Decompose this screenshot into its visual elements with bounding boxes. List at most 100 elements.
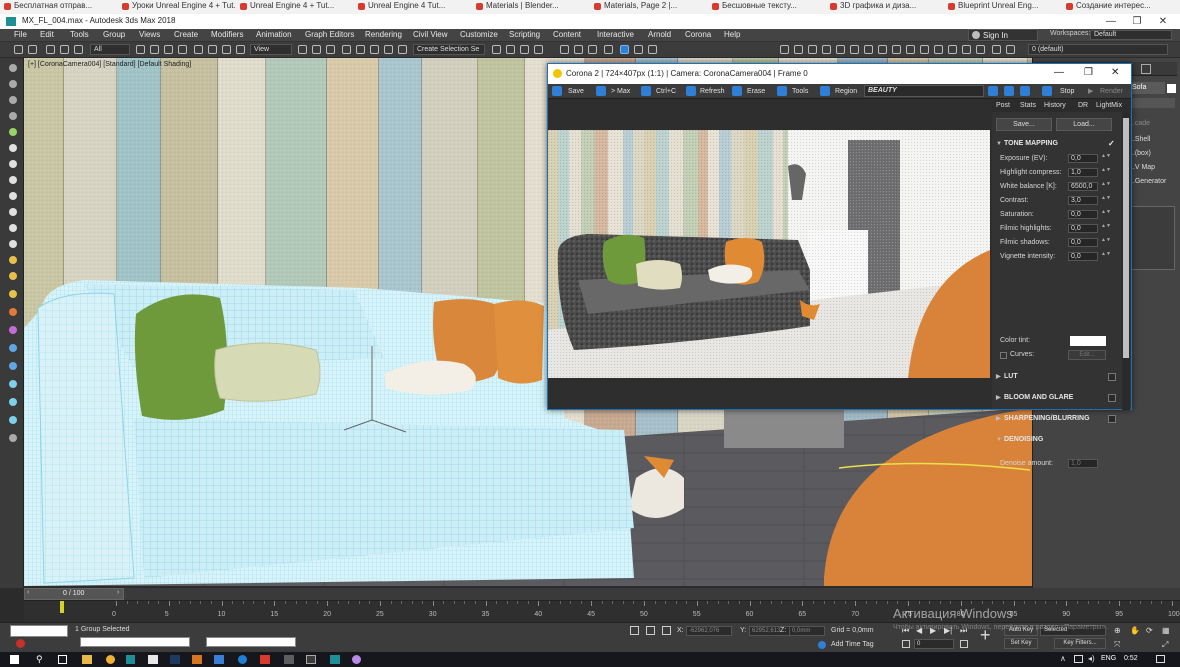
browser-tab[interactable]: Materials | Blender...	[472, 0, 590, 14]
sun-icon[interactable]	[9, 290, 17, 298]
close-button[interactable]: ✕	[1150, 14, 1176, 29]
tab-lightmix[interactable]: LightMix	[1096, 102, 1122, 109]
modifier-stack-item[interactable]: ...Shell	[1129, 136, 1150, 143]
section-enable-checkbox[interactable]	[1108, 415, 1116, 423]
spacewarp-icon[interactable]	[9, 326, 17, 334]
photoshop-icon[interactable]	[170, 655, 180, 664]
absolute-mode-icon[interactable]	[662, 626, 671, 635]
box-primitive-icon[interactable]	[9, 224, 17, 232]
vfb-minimize-button[interactable]: —	[1054, 67, 1064, 78]
file-explorer-icon[interactable]	[82, 655, 92, 664]
toggle-layer-explorer-icon[interactable]	[534, 45, 543, 54]
snapshot-icon[interactable]	[864, 45, 873, 54]
vfb-save-button[interactable]: Save	[568, 86, 584, 97]
menu-group[interactable]: Group	[103, 30, 125, 39]
systems-icon[interactable]	[9, 344, 17, 352]
tab-history[interactable]: History	[1044, 102, 1066, 109]
time-config-icon[interactable]	[960, 640, 968, 648]
rectangular-selection-icon[interactable]	[164, 45, 173, 54]
current-time-marker[interactable]	[60, 601, 64, 613]
curves-checkbox[interactable]	[1000, 352, 1007, 359]
vfb-side-scrollbar[interactable]	[1122, 112, 1130, 410]
manage-layers-icon[interactable]	[780, 45, 789, 54]
place-icon[interactable]	[236, 45, 245, 54]
param-value-field[interactable]: 6500,0	[1068, 182, 1098, 191]
rendered-frame-window-icon[interactable]	[634, 45, 643, 54]
reference-coordinate-dropdown[interactable]: View	[250, 44, 292, 55]
color-tint-swatch[interactable]	[1070, 336, 1106, 346]
object-color-swatch[interactable]	[1167, 84, 1176, 93]
section-enable-checkbox[interactable]	[1108, 373, 1116, 381]
clone-and-align-icon[interactable]	[906, 45, 915, 54]
copy-icon[interactable]	[641, 86, 651, 96]
app-taskbar-icon-5[interactable]	[284, 655, 294, 664]
modifier-stack-item[interactable]: ...cade	[1129, 120, 1150, 127]
object-name-field[interactable]: Sofa	[1129, 82, 1165, 94]
helper-icon[interactable]	[9, 308, 17, 316]
selection-lock-icon[interactable]	[646, 626, 655, 635]
normal-align-icon[interactable]	[920, 45, 929, 54]
rotate-icon[interactable]	[208, 45, 217, 54]
vfb-erase-button[interactable]: Erase	[747, 86, 765, 97]
polygon-icon[interactable]	[9, 192, 17, 200]
time-slider-thumb[interactable]: ‹ 0 / 100 ›	[24, 588, 124, 600]
render-play-icon[interactable]: ▶	[1088, 86, 1093, 97]
undo-icon[interactable]	[14, 45, 23, 54]
tray-chevron-icon[interactable]: ∧	[1060, 654, 1066, 663]
edit-named-selection-icon[interactable]	[398, 45, 407, 54]
zoom-out-icon[interactable]	[1004, 86, 1014, 96]
tab-stats[interactable]: Stats	[1020, 102, 1036, 109]
populate-icon[interactable]	[9, 112, 17, 120]
edge-icon[interactable]	[9, 160, 17, 168]
menu-scripting[interactable]: Scripting	[509, 30, 540, 39]
app-taskbar-icon-7[interactable]	[330, 655, 340, 664]
paint-select-icon[interactable]	[9, 80, 17, 88]
scrollbar-thumb[interactable]	[1123, 118, 1129, 358]
modifier-list-dropdown[interactable]	[1129, 98, 1175, 108]
menu-file[interactable]: File	[14, 30, 27, 39]
toggle-scene-explorer-icon[interactable]	[520, 45, 529, 54]
modifier-stack-item[interactable]: ...V Map	[1129, 164, 1155, 171]
layer-dropdown[interactable]: 0 (default)	[1028, 44, 1168, 55]
keyboard-shortcut-toggle-icon[interactable]	[326, 45, 335, 54]
vfb-copy-button[interactable]: Ctrl+C	[656, 86, 676, 97]
camera-icon[interactable]	[9, 380, 17, 388]
browser-tab[interactable]: Blueprint Unreal Eng...	[944, 0, 1062, 14]
isolate-selection-icon[interactable]	[808, 45, 817, 54]
menu-customize[interactable]: Customize	[460, 30, 498, 39]
snaps-toggle-icon[interactable]	[342, 45, 351, 54]
spinner-snap-icon[interactable]	[384, 45, 393, 54]
browser-tab[interactable]: Бесплатная отправ...	[0, 0, 118, 14]
unlink-icon[interactable]	[60, 45, 69, 54]
hide-icon[interactable]	[822, 45, 831, 54]
named-layer-icon[interactable]	[992, 45, 1001, 54]
section-tone-mapping[interactable]: ▼ TONE MAPPING ✓	[996, 137, 1118, 151]
light-alt-icon[interactable]	[9, 272, 17, 280]
menu-interactive[interactable]: Interactive	[597, 30, 634, 39]
section-enable-checkbox[interactable]	[1108, 394, 1116, 402]
move-icon[interactable]	[194, 45, 203, 54]
render-channel-dropdown[interactable]: BEAUTY	[864, 85, 984, 97]
save-preset-button[interactable]: Save...	[996, 118, 1052, 131]
spinner-icon[interactable]: ▲▼	[1101, 196, 1111, 205]
mesh-edit-icon[interactable]	[9, 128, 17, 136]
vfb-refresh-button[interactable]: Refresh	[700, 86, 725, 97]
align-camera-icon[interactable]	[948, 45, 957, 54]
volume-icon[interactable]: ◂)	[1088, 654, 1095, 663]
current-frame-field[interactable]: 0	[914, 639, 954, 649]
freeze-icon[interactable]	[836, 45, 845, 54]
browser-tab[interactable]: Создание интерес...	[1062, 0, 1180, 14]
render-setup-icon[interactable]	[620, 45, 629, 54]
checkmark-icon[interactable]: ✓	[1108, 137, 1115, 151]
element-icon[interactable]	[9, 208, 17, 216]
clock[interactable]: 0:52	[1124, 655, 1138, 662]
refresh-icon[interactable]	[686, 86, 696, 96]
minimize-button[interactable]: —	[1098, 14, 1124, 29]
scene-states-icon[interactable]	[794, 45, 803, 54]
workspaces-dropdown[interactable]: Default	[1090, 30, 1172, 40]
bind-spacewarp-icon[interactable]	[74, 45, 83, 54]
vfb-maximize-button[interactable]: ❐	[1084, 67, 1093, 78]
zoom-in-icon[interactable]	[988, 86, 998, 96]
section-bloom-and-glare[interactable]: ▶ BLOOM AND GLARE	[996, 391, 1118, 405]
spinner-icon[interactable]: ▲▼	[1101, 210, 1111, 219]
